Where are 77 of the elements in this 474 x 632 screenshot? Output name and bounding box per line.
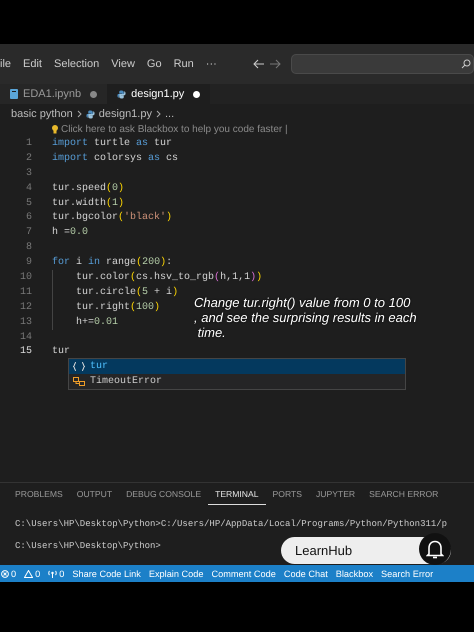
chevron-right-icon: [156, 110, 161, 118]
suggestion-item[interactable]: TimeoutError: [69, 374, 405, 389]
breadcrumb-item[interactable]: design1.py: [98, 108, 152, 120]
caption-overlay: Change tur.right() value from 0 to 100 , and see the surprising results in each time.: [194, 295, 417, 340]
code-line: h+=0.01: [76, 316, 118, 328]
editor-tab[interactable]: EDA1.ipynb: [0, 84, 108, 104]
panel-tab[interactable]: DEBUG CONSOLE: [119, 489, 208, 505]
panel-tab[interactable]: PROBLEMS: [8, 489, 70, 505]
menu-item[interactable]: Go: [140, 58, 168, 70]
chevron-right-icon: [76, 110, 82, 118]
status-item[interactable]: Search Error: [381, 568, 434, 578]
menu-item[interactable]: ···: [200, 58, 223, 70]
back-arrow-icon[interactable]: [252, 59, 265, 69]
status-item[interactable]: Share Code Link: [72, 568, 141, 578]
menu-item[interactable]: Selection: [48, 58, 106, 70]
code-line: tur.speed(0): [52, 182, 124, 194]
panel-tab[interactable]: PORTS: [266, 489, 309, 505]
notebook-file-icon: [10, 89, 18, 99]
line-number: 6: [24, 212, 32, 224]
code-line: tur.bgcolor('black'): [52, 212, 172, 224]
menu-item[interactable]: View: [105, 58, 141, 70]
tab-label: EDA1.ipynb: [23, 88, 82, 100]
antenna-icon: [48, 570, 58, 578]
panel-tab[interactable]: TERMINAL: [208, 489, 266, 505]
line-number: 8: [24, 242, 32, 254]
menu-item[interactable]: Edit: [17, 58, 48, 70]
code-line: for i in range(200):: [52, 257, 172, 268]
line-number: 2: [24, 152, 32, 164]
status-item[interactable]: Explain Code: [148, 568, 204, 578]
code-line: tur.circle(5 + i): [76, 286, 178, 298]
tab-label: design1.py: [131, 88, 184, 100]
breadcrumb-item[interactable]: basic python: [11, 108, 73, 120]
code-line: import colorsys as cs: [52, 152, 178, 164]
warning-icon: [24, 570, 34, 578]
code-line: tur.width(1): [52, 198, 124, 208]
line-number: 1: [24, 138, 32, 149]
class-icon: [73, 377, 85, 386]
code-line: h =0.0: [52, 227, 88, 238]
code-line: import turtle as tur: [52, 138, 172, 149]
line-number: 12: [18, 302, 32, 313]
code-line: tur.color(cs.hsv_to_rgb(h,1,1)): [76, 272, 262, 283]
line-number: 3: [24, 168, 32, 179]
code-line: tur.right(100): [76, 302, 160, 313]
line-number: 4: [24, 182, 32, 194]
line-number: 15: [18, 346, 32, 358]
line-number: 13: [18, 316, 32, 328]
terminal-line: C:\Users\HP\Desktop\Python>C:/Users/HP/AppData/Local/Programs/Python/Python311/p: [15, 519, 448, 529]
status-item[interactable]: 0: [1, 568, 16, 578]
status-item[interactable]: 0: [24, 568, 40, 578]
status-item[interactable]: 0: [48, 568, 64, 578]
search-field[interactable]: [290, 54, 474, 74]
line-number: 7: [24, 227, 32, 238]
panel-tab[interactable]: JUPYTER: [308, 489, 362, 505]
line-number: 9: [24, 257, 32, 268]
editor-tab[interactable]: design1.py: [107, 84, 210, 104]
status-item[interactable]: Code Chat: [284, 568, 328, 578]
line-number: 11: [18, 286, 32, 298]
suggestion-item[interactable]: tur: [69, 359, 405, 374]
python-file-icon: [86, 110, 95, 118]
panel-tab[interactable]: OUTPUT: [70, 489, 120, 505]
code-line: tur: [52, 346, 70, 358]
error-icon: [1, 570, 9, 578]
menu-item[interactable]: ile: [0, 58, 18, 70]
line-number: 10: [18, 272, 32, 283]
braces-icon: [73, 362, 85, 371]
status-item[interactable]: Comment Code: [211, 568, 276, 578]
breadcrumb-item[interactable]: ...: [164, 108, 174, 120]
status-item[interactable]: Blackbox: [336, 568, 374, 578]
lightbulb-icon: [52, 124, 58, 134]
menu-item[interactable]: Run: [168, 58, 200, 70]
blackbox-hint[interactable]: Click here to ask Blackbox to help you code faster |: [61, 124, 288, 134]
line-number: 5: [24, 198, 32, 208]
search-icon: [461, 59, 471, 69]
python-file-icon: [117, 90, 126, 98]
terminal-line: C:\Users\HP\Desktop\Python>: [15, 541, 161, 551]
panel-tab[interactable]: SEARCH ERROR: [362, 489, 446, 505]
line-number: 14: [18, 332, 32, 343]
